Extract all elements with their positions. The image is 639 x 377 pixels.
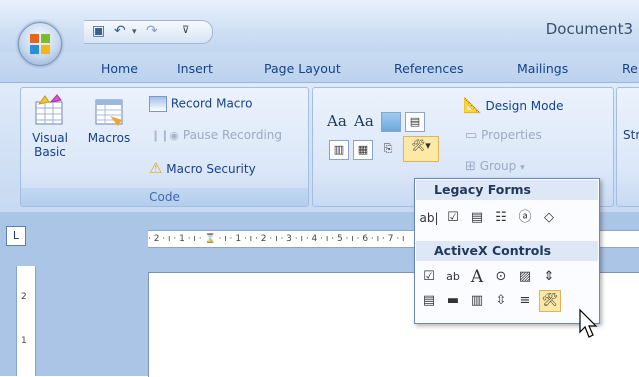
- undo-icon[interactable]: ↶: [114, 23, 126, 39]
- macros-button[interactable]: Macros: [81, 94, 137, 145]
- quick-access-toolbar: ▣ ↶ ▾ ↷ ⊽: [84, 20, 213, 44]
- activex-image-icon[interactable]: ▨: [515, 267, 535, 287]
- group-label: Group: [479, 159, 517, 173]
- visual-basic-label-2: Basic: [34, 145, 66, 159]
- ribbon-tabs: Home Insert Page Layout References Maili…: [0, 52, 639, 82]
- design-mode-button[interactable]: 📐 Design Mode: [463, 96, 563, 114]
- tab-page-layout[interactable]: Page Layout: [264, 61, 341, 76]
- next-group-label[interactable]: Str: [623, 128, 639, 142]
- macros-label: Macros: [87, 131, 131, 145]
- group-button[interactable]: ⊞ Group ▾: [465, 159, 525, 174]
- office-button[interactable]: [18, 22, 62, 66]
- record-macro-icon: [149, 96, 167, 112]
- legacy-shading-icon[interactable]: ⓐ: [515, 208, 535, 228]
- tab-insert[interactable]: Insert: [177, 61, 213, 76]
- pause-recording-button[interactable]: ❙❙◉ Pause Recording: [151, 128, 282, 142]
- next-group-partial: Str: [616, 87, 639, 207]
- warning-icon: ⚠: [149, 159, 163, 177]
- legacy-tools-button[interactable]: 🛠▾: [403, 136, 439, 162]
- tab-review[interactable]: Re: [622, 61, 638, 76]
- macro-security-label: Macro Security: [166, 162, 256, 176]
- vertical-ruler-mark-1: 1: [21, 336, 27, 346]
- legacy-forms-header: Legacy Forms: [416, 180, 598, 200]
- vertical-ruler-mark-2: 2: [21, 292, 27, 302]
- redo-icon[interactable]: ↷: [146, 23, 158, 39]
- legacy-reset-icon[interactable]: ◇: [539, 208, 559, 228]
- plain-text-control-icon[interactable]: Aa: [354, 112, 374, 130]
- visual-basic-label-1: Visual: [32, 131, 68, 145]
- activex-controls-header: ActiveX Controls: [416, 241, 598, 261]
- legacy-checkbox-icon[interactable]: ☑: [443, 208, 463, 228]
- more-controls-icon[interactable]: 🛠: [539, 290, 561, 312]
- properties-label: Properties: [481, 128, 542, 142]
- legacy-dropdown-icon[interactable]: ▤: [467, 208, 487, 228]
- activex-textbox-icon[interactable]: ab: [443, 267, 463, 287]
- properties-icon: ▭: [465, 128, 478, 143]
- combo-box-control-icon[interactable]: ▥: [329, 140, 349, 160]
- undo-dropdown-icon[interactable]: ▾: [132, 27, 137, 37]
- code-group-label: Code: [21, 188, 308, 206]
- legacy-frame-icon[interactable]: ☷: [491, 208, 511, 228]
- legacy-text-field-icon[interactable]: ab|: [419, 208, 439, 228]
- date-picker-control-icon[interactable]: ▦: [353, 140, 373, 160]
- macro-security-button[interactable]: ⚠ Macro Security: [149, 159, 256, 177]
- picture-control-icon[interactable]: [381, 112, 401, 132]
- tab-selector-button[interactable]: L: [6, 226, 26, 246]
- group-dropdown-icon: ▾: [520, 163, 525, 173]
- customize-qat-icon[interactable]: ⊽: [182, 25, 189, 36]
- tab-mailings[interactable]: Mailings: [517, 61, 568, 76]
- document-title: Document3: [545, 20, 633, 38]
- group-icon: ⊞: [465, 159, 476, 174]
- design-mode-label: Design Mode: [485, 99, 564, 113]
- tab-home[interactable]: Home: [101, 61, 138, 76]
- title-bar: ▣ ↶ ▾ ↷ ⊽ Document3: [0, 0, 639, 66]
- legacy-tools-menu: Legacy Forms ab| ☑ ▤ ☷ ⓐ ◇ ActiveX Contr…: [414, 178, 600, 324]
- activex-checkbox-icon[interactable]: ☑: [419, 267, 439, 287]
- visual-basic-icon: [35, 94, 63, 125]
- mouse-cursor-icon: [579, 308, 598, 338]
- activex-toggle-icon[interactable]: ⇳: [491, 291, 511, 311]
- save-icon[interactable]: ▣: [92, 23, 105, 39]
- building-block-icon[interactable]: ▤: [405, 112, 425, 132]
- vertical-ruler[interactable]: 2 1: [16, 266, 36, 376]
- activex-label-icon[interactable]: A: [467, 267, 487, 287]
- activex-option-icon[interactable]: ⊙: [491, 267, 511, 287]
- activex-listbox-icon[interactable]: ▥: [467, 291, 487, 311]
- activex-command-button-icon[interactable]: ▬: [443, 291, 463, 311]
- record-macro-label: Record Macro: [170, 96, 253, 111]
- activex-combobox-icon[interactable]: ▤: [419, 291, 439, 311]
- activex-spin-icon[interactable]: ⇕: [539, 267, 559, 287]
- macros-icon: [95, 99, 123, 126]
- code-group: Visual Basic Macros Record Macro ❙❙◉ Pau…: [20, 87, 309, 207]
- record-macro-button[interactable]: Record Macro: [149, 96, 252, 112]
- design-mode-icon: 📐: [463, 96, 482, 114]
- legacy-form-icon[interactable]: ⎘: [379, 140, 397, 158]
- office-logo-icon: [30, 34, 50, 54]
- pause-recording-icon: ❙❙◉: [151, 129, 180, 142]
- rich-text-control-icon[interactable]: Aa: [327, 112, 347, 130]
- tab-references[interactable]: References: [394, 61, 463, 76]
- pause-recording-label: Pause Recording: [182, 128, 282, 142]
- properties-button[interactable]: ▭ Properties: [465, 128, 542, 143]
- visual-basic-button[interactable]: Visual Basic: [29, 94, 71, 159]
- activex-scrollbar-icon[interactable]: ≡: [515, 291, 535, 311]
